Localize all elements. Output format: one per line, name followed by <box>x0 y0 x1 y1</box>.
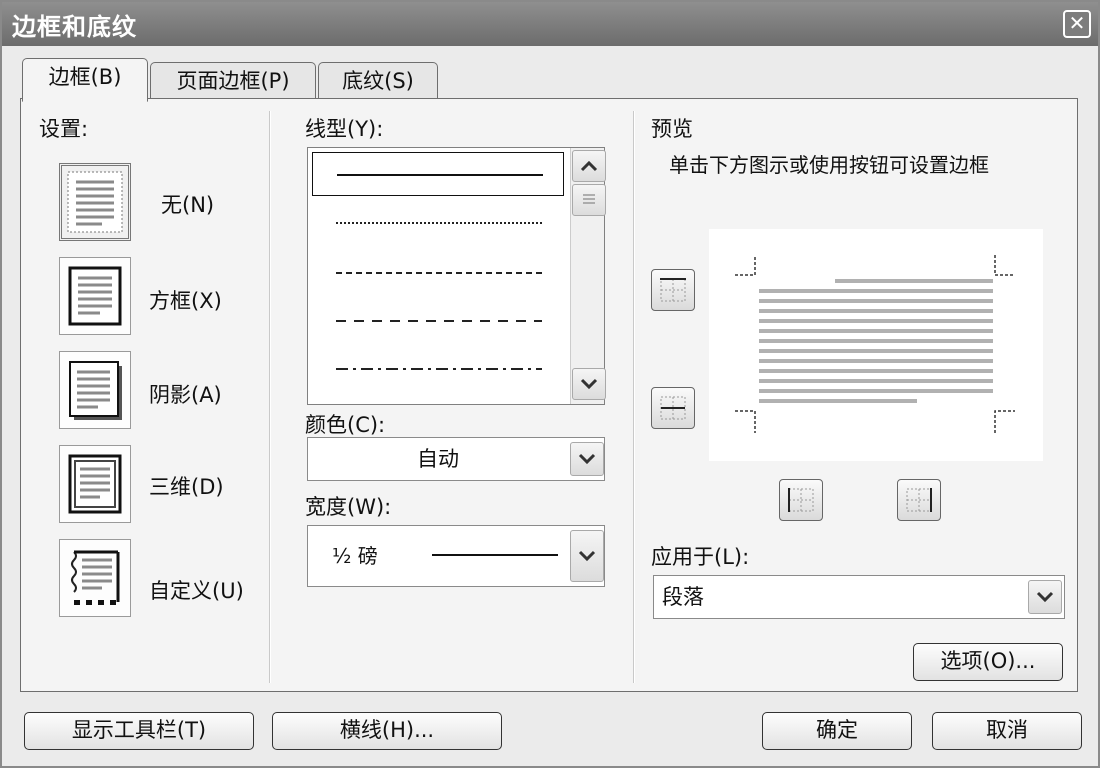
solid-line-sample <box>337 174 543 176</box>
width-label: 宽度(W): <box>305 495 392 519</box>
separator-left <box>269 111 271 683</box>
line-style-item-dotted[interactable] <box>312 202 564 244</box>
apply-to-label: 应用于(L): <box>651 545 750 569</box>
preview-text-line <box>759 359 993 363</box>
options-button[interactable]: 选项(O)... <box>913 643 1063 681</box>
horizontal-line-button[interactable]: 横线(H)... <box>272 712 502 750</box>
preview-text-line <box>759 319 993 323</box>
preview-text-line <box>759 369 993 373</box>
border-custom-icon <box>71 550 120 605</box>
setting-custom-option[interactable] <box>59 539 131 617</box>
apply-to-dropdown-button[interactable] <box>1028 580 1062 614</box>
preview-text-line <box>759 289 993 293</box>
chevron-down-icon <box>580 378 598 390</box>
line-style-item-dashed[interactable] <box>312 300 564 342</box>
width-dropdown-button[interactable] <box>570 530 604 582</box>
border-box-icon <box>68 266 122 326</box>
preview-text-line <box>759 339 993 343</box>
close-icon: ✕ <box>1068 11 1086 35</box>
settings-label: 设置: <box>39 117 89 141</box>
close-button[interactable]: ✕ <box>1063 10 1091 38</box>
left-border-button[interactable] <box>779 479 823 521</box>
show-toolbar-button[interactable]: 显示工具栏(T) <box>24 712 254 750</box>
border-shadow-icon <box>69 361 122 420</box>
chevron-down-icon <box>578 550 596 562</box>
color-value: 自动 <box>417 447 459 471</box>
setting-3d-option[interactable] <box>59 445 131 523</box>
preview-text-line <box>759 379 993 383</box>
preview-text-line <box>759 389 993 393</box>
cancel-button[interactable]: 取消 <box>932 712 1082 750</box>
chevron-down-icon <box>1036 591 1054 603</box>
preview-text-line <box>759 309 993 313</box>
setting-3d-label: 三维(D) <box>149 475 224 499</box>
title-bar: 边框和底纹 ✕ <box>2 2 1098 46</box>
scroll-thumb[interactable] <box>572 184 606 216</box>
inside-horizontal-border-button[interactable] <box>651 387 695 429</box>
color-dropdown[interactable]: 自动 <box>307 437 605 481</box>
setting-custom-label: 自定义(U) <box>149 579 244 603</box>
border-none-icon <box>67 171 123 233</box>
width-line-sample <box>432 554 558 556</box>
grip-icon <box>583 194 595 204</box>
setting-box-label: 方框(X) <box>149 289 222 313</box>
setting-shadow-label: 阴影(A) <box>149 383 222 407</box>
scroll-up-button[interactable] <box>572 150 606 182</box>
dash-dot-line-sample <box>336 368 542 370</box>
preview-text-line <box>759 329 993 333</box>
border-3d-icon <box>68 454 122 514</box>
chevron-up-icon <box>580 160 598 172</box>
separator-right <box>633 111 635 683</box>
tab-shading[interactable]: 底纹(S) <box>318 62 438 102</box>
line-style-label: 线型(Y): <box>305 117 384 141</box>
scroll-down-button[interactable] <box>572 368 606 400</box>
border-right-icon <box>906 488 932 512</box>
corner-marks <box>735 255 1015 433</box>
color-label: 颜色(C): <box>305 413 386 437</box>
preview-label: 预览 <box>651 117 693 141</box>
width-dropdown[interactable]: ½ 磅 <box>307 525 605 587</box>
width-value: ½ 磅 <box>332 544 378 568</box>
setting-none-label: 无(N) <box>161 193 215 217</box>
top-border-button[interactable] <box>651 269 695 311</box>
preview-text-line <box>759 299 993 303</box>
setting-none-option[interactable] <box>59 163 131 241</box>
line-style-list[interactable] <box>307 147 606 405</box>
border-inside-horizontal-icon <box>660 396 686 420</box>
dialog-title: 边框和底纹 <box>12 13 137 41</box>
apply-to-dropdown[interactable]: 段落 <box>653 575 1065 619</box>
borders-and-shading-dialog: 边框和底纹 ✕ 边框(B) 页面边框(P) 底纹(S) 设置: 无(N) 方框(… <box>0 0 1100 768</box>
line-style-item-dashed-short[interactable] <box>312 252 564 294</box>
setting-shadow-option[interactable] <box>59 351 131 429</box>
border-top-icon <box>660 278 686 302</box>
setting-box-option[interactable] <box>59 257 131 335</box>
line-style-item-dash-dot[interactable] <box>312 348 564 390</box>
line-style-item-solid[interactable] <box>312 152 564 196</box>
tab-borders[interactable]: 边框(B) <box>22 58 148 102</box>
apply-to-value: 段落 <box>662 585 704 609</box>
preview-hint: 单击下方图示或使用按钮可设置边框 <box>669 153 989 177</box>
dotted-line-sample <box>336 222 542 224</box>
dashed-short-line-sample <box>336 272 542 274</box>
ok-button[interactable]: 确定 <box>762 712 912 750</box>
preview-area[interactable] <box>709 229 1043 461</box>
preview-text-line <box>759 349 993 353</box>
tab-page-border[interactable]: 页面边框(P) <box>150 62 316 102</box>
tab-panel: 设置: 无(N) 方框(X) 阴影(A) 三维(D) 自定义(U) 线型(Y):… <box>20 98 1078 692</box>
line-style-scrollbar[interactable] <box>570 148 606 404</box>
dashed-line-sample <box>336 320 542 322</box>
border-left-icon <box>788 488 814 512</box>
color-dropdown-button[interactable] <box>570 442 604 476</box>
preview-text-line <box>759 399 917 403</box>
preview-text-line <box>835 279 993 283</box>
right-border-button[interactable] <box>897 479 941 521</box>
chevron-down-icon <box>578 453 596 465</box>
